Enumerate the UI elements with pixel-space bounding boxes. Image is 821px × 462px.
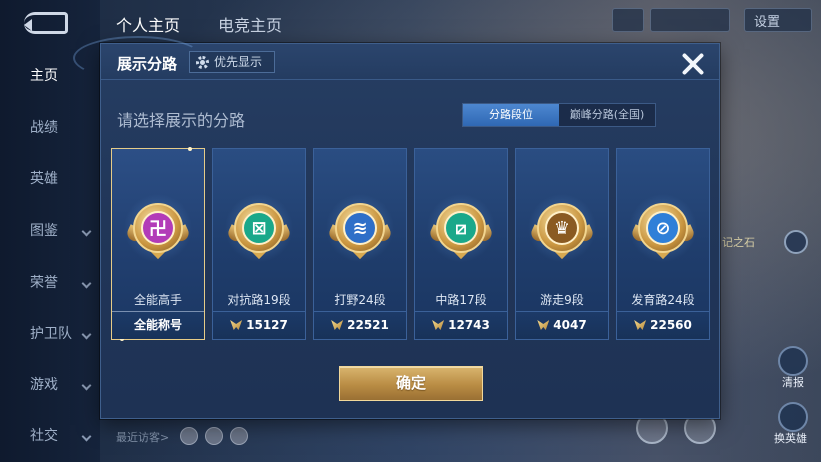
points-icon	[331, 320, 343, 330]
tab-lane-rank[interactable]: 分路段位	[463, 104, 559, 126]
lane-card-clash[interactable]: ⊠ 对抗路19段 15127	[212, 148, 306, 340]
lane-card-footer: 15127	[213, 311, 305, 339]
lane-card-name: 对抗路19段	[227, 293, 291, 307]
lane-card-name: 发育路24段	[631, 293, 695, 307]
nav-item-label: 社交	[30, 428, 58, 444]
nav-item-label: 游戏	[30, 377, 58, 393]
clash-lane-emblem-icon: ⊠	[222, 191, 296, 265]
tab-profile[interactable]: 个人主页	[116, 12, 180, 36]
lane-card-farm[interactable]: ⊘ 发育路24段 22560	[616, 148, 710, 340]
chevron-down-icon	[81, 380, 92, 391]
modal-header: 展示分路 优先显示	[73, 36, 719, 80]
swap-hero-button-icon[interactable]	[778, 402, 808, 432]
priority-display-label: 优先显示	[214, 55, 263, 69]
select-lane-prompt: 请选择展示的分路	[117, 111, 246, 130]
points-icon	[230, 320, 242, 330]
side-label: 记之石	[722, 236, 755, 249]
chevron-down-icon	[81, 329, 92, 340]
jungle-emblem-icon: ≋	[323, 191, 397, 265]
lane-card-jungle[interactable]: ≋ 打野24段 22521	[313, 148, 407, 340]
nav-item-label: 荣誉	[30, 275, 58, 291]
lane-card-all-round[interactable]: 卍 全能高手 全能称号	[111, 147, 205, 341]
roam-emblem-icon: ♛	[525, 191, 599, 265]
lane-card-footer: 全能称号	[112, 311, 204, 339]
sparkle-icon	[188, 147, 192, 151]
lane-points: 22560	[650, 318, 692, 332]
lane-points: 12743	[448, 318, 490, 332]
all-round-emblem-icon: 卍	[121, 191, 195, 265]
nav-item-label: 战绩	[30, 120, 58, 136]
gear-icon	[196, 56, 209, 69]
points-icon	[537, 320, 549, 330]
nav-item-catalog[interactable]: 图鉴	[0, 216, 100, 246]
points-icon	[432, 320, 444, 330]
lane-card-footer: 12743	[415, 311, 507, 339]
settings-label: 设置	[754, 15, 781, 30]
lane-points: 15127	[246, 318, 288, 332]
lane-card-name: 游走9段	[540, 293, 584, 307]
profile-badge[interactable]	[650, 8, 730, 32]
lane-points: 4047	[553, 318, 587, 332]
lane-card-name: 中路17段	[435, 293, 487, 307]
nav-item-guard[interactable]: 护卫队	[0, 319, 100, 349]
lane-card-footer: 22521	[314, 311, 406, 339]
mid-lane-emblem-icon: ⧄	[424, 191, 498, 265]
lane-card-roam[interactable]: ♛ 游走9段 4047	[515, 148, 609, 340]
nav-item-label: 图鉴	[30, 223, 58, 239]
chevron-down-icon	[81, 278, 92, 289]
back-icon[interactable]	[24, 12, 68, 34]
lane-mode-tabs: 分路段位 巅峰分路(全国)	[462, 103, 656, 127]
nav-item-social[interactable]: 社交	[0, 421, 100, 451]
confirm-button[interactable]: 确定	[339, 366, 483, 401]
nav-item-label: 英雄	[30, 171, 58, 187]
lane-card-mid[interactable]: ⧄ 中路17段 12743	[414, 148, 508, 340]
nav-item-label: 主页	[30, 68, 58, 84]
lane-points: 22521	[347, 318, 389, 332]
nav-item-honor[interactable]: 荣誉	[0, 268, 100, 298]
avatar[interactable]	[180, 427, 198, 445]
lane-card-name: 全能高手	[133, 293, 182, 307]
nav-item-label: 护卫队	[30, 326, 72, 342]
lane-card-name: 打野24段	[334, 293, 386, 307]
avatar[interactable]	[230, 427, 248, 445]
chevron-down-icon	[81, 431, 92, 442]
modal-title: 展示分路	[117, 55, 178, 73]
side-action-icon[interactable]	[784, 230, 808, 254]
nav-item-game[interactable]: 游戏	[0, 370, 100, 400]
intel-button-icon[interactable]	[778, 346, 808, 376]
points-icon	[634, 320, 646, 330]
avatar-icon[interactable]	[612, 8, 644, 32]
avatar[interactable]	[205, 427, 223, 445]
close-icon[interactable]	[679, 50, 707, 78]
recent-visitors-label[interactable]: 最近访客>	[116, 429, 169, 445]
lane-display-modal: 展示分路 优先显示 请选择展示的分路 分路段位 巅峰分路(全国) 卍 全能高手 …	[73, 36, 720, 419]
chevron-down-icon	[81, 226, 92, 237]
intel-label: 清报	[782, 376, 804, 389]
swap-hero-label: 换英雄	[774, 432, 807, 445]
priority-display-button[interactable]: 优先显示	[189, 51, 275, 73]
tab-esports[interactable]: 电竞主页	[218, 12, 282, 36]
lane-card-footer: 4047	[516, 311, 608, 339]
lane-card-footer: 22560	[617, 311, 709, 339]
farm-lane-emblem-icon: ⊘	[626, 191, 700, 265]
nav-item-record[interactable]: 战绩	[0, 113, 100, 143]
tab-peak-lane[interactable]: 巅峰分路(全国)	[559, 104, 655, 126]
nav-item-heroes[interactable]: 英雄	[0, 164, 100, 194]
